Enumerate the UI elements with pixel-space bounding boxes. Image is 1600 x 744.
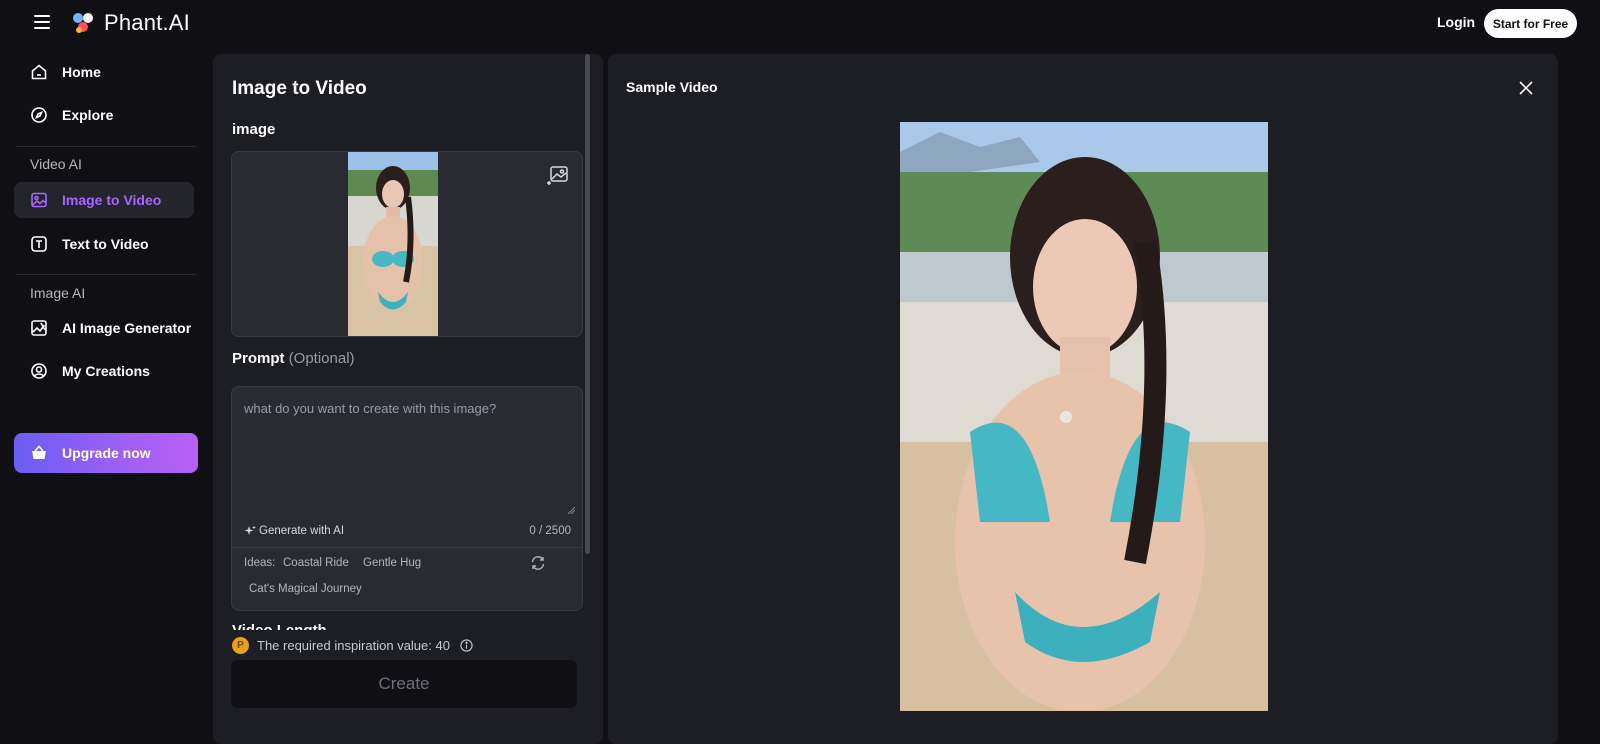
sidebar-item-label: AI Image Generator [62, 320, 192, 336]
generate-with-ai-button[interactable]: Generate with AI [244, 525, 344, 537]
image-icon [30, 191, 48, 209]
close-icon[interactable] [1518, 80, 1534, 96]
text-icon [30, 235, 48, 253]
sidebar-item-label: Home [62, 64, 101, 80]
create-button[interactable]: Create [231, 660, 577, 708]
image-section-label: image [232, 121, 276, 138]
sidebar-divider [16, 274, 196, 275]
image-upload-area[interactable] [231, 151, 583, 337]
uploaded-image-thumbnail [348, 152, 438, 336]
sample-video-title: Sample Video [626, 79, 718, 95]
page-title: Image to Video [232, 78, 367, 99]
prompt-box: Generate with AI 0 / 2500 Ideas: Coastal… [231, 386, 583, 611]
replace-image-icon[interactable] [546, 164, 570, 188]
resize-handle-icon[interactable] [567, 506, 575, 514]
sidebar-item-label: Image to Video [62, 192, 162, 208]
user-circle-icon [30, 362, 48, 380]
sample-video-player[interactable] [900, 122, 1268, 711]
sidebar-item-label: My Creations [62, 363, 150, 379]
image-generator-icon [30, 319, 48, 337]
idea-chip[interactable]: Coastal Ride [283, 557, 349, 569]
sidebar-divider [16, 146, 196, 147]
character-counter: 0 / 2500 [529, 525, 571, 537]
sample-video-panel: Sample Video [608, 54, 1558, 744]
section-label-image-ai: Image AI [30, 285, 86, 301]
sidebar-item-ai-image-generator[interactable]: AI Image Generator [14, 310, 198, 346]
sparkle-icon [244, 525, 256, 535]
prompt-label: Prompt (Optional) [232, 350, 355, 367]
logo-icon [73, 13, 93, 33]
sidebar-item-home[interactable]: Home [14, 54, 198, 90]
brand-logo[interactable]: Phant.AI [70, 10, 190, 36]
info-icon[interactable] [460, 639, 473, 652]
start-for-free-button[interactable]: Start for Free [1484, 9, 1577, 38]
prompt-optional-tag: (Optional) [288, 350, 355, 367]
section-label-video-ai: Video AI [30, 156, 82, 172]
form-scrollbar[interactable] [585, 54, 590, 554]
upgrade-label: Upgrade now [62, 445, 151, 461]
refresh-ideas-icon[interactable] [530, 555, 546, 571]
crown-basket-icon [32, 445, 46, 459]
sidebar-item-label: Text to Video [62, 236, 149, 252]
login-link[interactable]: Login [1437, 14, 1475, 30]
idea-chip[interactable]: Gentle Hug [363, 557, 421, 569]
sidebar-item-image-to-video[interactable]: Image to Video [14, 182, 194, 218]
video-length-label: Video Length [232, 622, 327, 630]
compass-icon [30, 106, 48, 124]
sidebar-item-label: Explore [62, 107, 114, 123]
prompt-input[interactable] [232, 387, 582, 517]
brand-name: Phant.AI [104, 10, 190, 35]
sidebar-item-my-creations[interactable]: My Creations [14, 353, 198, 389]
idea-chip[interactable]: Cat's Magical Journey [249, 583, 362, 595]
prompt-label-text: Prompt [232, 350, 285, 367]
top-header: Phant.AI Login Start for Free [0, 0, 1600, 46]
home-icon [30, 63, 48, 81]
sidebar-item-explore[interactable]: Explore [14, 97, 198, 133]
image-to-video-form: Image to Video image Prompt (Optional) w… [213, 54, 603, 744]
menu-icon[interactable] [34, 15, 50, 29]
ideas-label: Ideas: [244, 557, 276, 569]
upgrade-now-button[interactable]: Upgrade now [14, 433, 198, 473]
prompt-divider [232, 547, 582, 548]
coin-icon: P [232, 637, 249, 654]
sidebar-item-text-to-video[interactable]: Text to Video [14, 226, 198, 262]
inspiration-text: The required inspiration value: 40 [257, 638, 450, 653]
inspiration-cost: P The required inspiration value: 40 [232, 637, 473, 654]
generate-with-ai-label: Generate with AI [259, 525, 345, 537]
